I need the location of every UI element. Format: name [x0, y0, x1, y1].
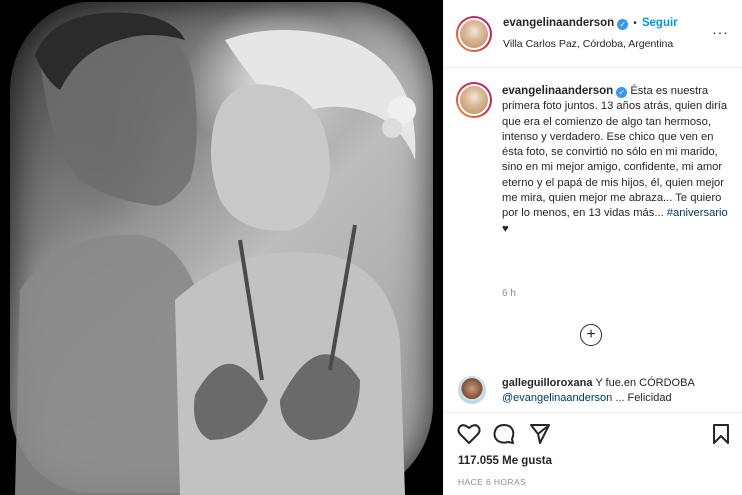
comment-body: Y fue.en CÓRDOBA [595, 377, 695, 389]
comment-row: galleguilloroxana Y fue.en CÓRDOBA @evan… [444, 372, 742, 412]
plus-circle-icon[interactable]: + [580, 324, 602, 346]
comment-text: galleguilloroxana Y fue.en CÓRDOBA @evan… [502, 376, 734, 406]
commenter-avatar[interactable] [458, 376, 486, 404]
heart-emoji: ♥ [502, 222, 509, 235]
post-time: 6 h [502, 288, 516, 299]
caption-body: Ésta es nuestra primera foto juntos. 13 … [502, 85, 728, 220]
share-icon[interactable] [529, 423, 551, 445]
post-photo[interactable] [0, 0, 443, 495]
author-username[interactable]: evangelinaanderson [503, 17, 614, 29]
separator-dot: • [633, 18, 637, 29]
post-timestamp: HACE 6 HORAS [458, 477, 527, 487]
follow-button[interactable]: Seguir [642, 17, 678, 29]
comment-body-continued: ... Felicidad [615, 392, 672, 404]
caption-username[interactable]: evangelinaanderson [502, 85, 613, 97]
bookmark-icon[interactable] [712, 423, 730, 445]
heart-icon[interactable] [457, 423, 481, 445]
caption-author-avatar[interactable] [456, 82, 492, 118]
commenter-username[interactable]: galleguilloroxana [502, 377, 592, 389]
author-avatar[interactable] [456, 16, 492, 52]
comment-mention[interactable]: @evangelinaanderson [502, 392, 612, 404]
comment-icon[interactable] [493, 423, 515, 445]
photo-figures [15, 12, 416, 495]
likes-count[interactable]: 117.055 Me gusta [458, 455, 552, 467]
verified-badge-icon: ✓ [617, 19, 629, 30]
more-options-icon[interactable]: ··· [712, 24, 729, 40]
caption-area: evangelinaanderson ✓ Ésta es nuestra prim… [444, 68, 742, 368]
hashtag-link[interactable]: #aniversario [667, 207, 728, 219]
verified-badge-icon: ✓ [616, 87, 628, 98]
post-sidebar: evangelinaanderson ✓ • Seguir Villa Carlo… [443, 0, 742, 495]
post-actions: 117.055 Me gusta HACE 6 HORAS [444, 412, 742, 495]
post-header: evangelinaanderson ✓ • Seguir Villa Carlo… [444, 0, 742, 68]
location-link[interactable]: Villa Carlos Paz, Córdoba, Argentina [503, 38, 673, 50]
caption-text: evangelinaanderson ✓ Ésta es nuestra prim… [502, 84, 734, 237]
